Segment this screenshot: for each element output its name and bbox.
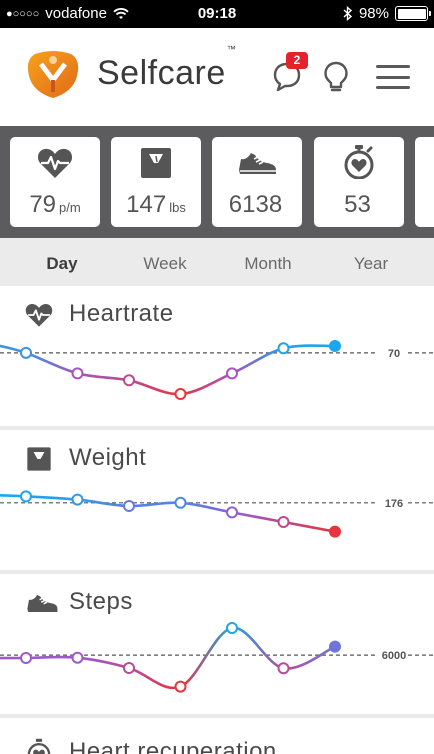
stopwatch-heart-icon [344,145,374,179]
data-point [123,374,135,387]
tab-day[interactable]: Day [22,254,102,274]
data-point [277,662,290,675]
scale-icon [141,148,171,178]
data-point [226,367,238,380]
app-name: Selfcare™ [97,43,237,92]
card-steps[interactable]: Steps 6000 [0,574,434,714]
metric-value: 53 [344,191,371,218]
card-heart-recuperation[interactable]: Heart recuperation [0,718,434,754]
hamburger-menu-icon[interactable] [376,65,410,89]
data-point [277,342,290,355]
heart-icon [37,148,73,178]
selfcare-logo [27,51,79,98]
metric-tile-recuperation[interactable]: 53 [314,137,404,227]
metric-tile-weight[interactable]: 147 lbs [111,137,201,227]
data-point [329,340,341,352]
data-point [174,496,187,509]
weight-chart: 176 [0,490,434,538]
status-bar: ●○○○○ vodafone 09:18 98% [0,0,434,28]
card-title: Heart recuperation [69,738,277,754]
sneaker-icon [239,153,276,174]
data-point [71,367,84,380]
metric-value: 147 lbs [126,191,186,218]
data-point [20,490,32,503]
reference-label: 176 [385,498,403,510]
data-point [123,662,135,674]
data-point [123,500,135,512]
data-point [71,651,84,664]
reference-label: 6000 [382,650,406,662]
metric-value: 6138 [228,191,283,218]
battery-percent: 98% [358,5,389,22]
metric-tile-partial[interactable] [415,137,434,227]
metric-tile-steps[interactable]: 6138 [212,137,302,227]
data-point [226,506,238,519]
card-heartrate[interactable]: Heartrate 70 [0,286,434,426]
reference-label: 70 [388,348,400,360]
data-point [174,680,187,693]
data-point [329,640,341,653]
heartrate-chart: 70 [0,340,434,400]
app-header: Selfcare™ 2 [0,28,434,126]
metric-value: 79 p/m [29,191,81,218]
tab-month[interactable]: Month [228,254,308,274]
steps-chart: 6000 [0,622,434,693]
metric-tile-heartrate[interactable]: 79 p/m [10,137,100,227]
stopwatch-heart-icon [27,738,51,754]
series-line [0,626,337,690]
period-tabs: Day Week Month Year [0,238,434,286]
message-count-badge: 2 [286,52,308,69]
metrics-strip[interactable]: 79 p/m 147 lbs 6138 53 [0,126,434,238]
data-point [174,388,187,400]
data-point [71,493,84,506]
card-title: Steps [69,588,133,615]
heart-icon [25,304,53,327]
sneaker-icon [27,594,58,612]
card-weight[interactable]: Weight 176 [0,430,434,570]
data-point [20,346,32,359]
battery-icon [395,6,431,21]
card-title: Weight [69,444,147,471]
data-point [277,516,290,528]
data-point [226,622,238,634]
tab-week[interactable]: Week [125,254,205,274]
tab-year[interactable]: Year [331,254,411,274]
bluetooth-icon [343,6,353,21]
data-point [20,652,32,664]
scale-icon [27,447,51,471]
data-point [329,525,341,538]
card-title: Heartrate [69,300,174,327]
lightbulb-icon[interactable] [322,60,350,94]
